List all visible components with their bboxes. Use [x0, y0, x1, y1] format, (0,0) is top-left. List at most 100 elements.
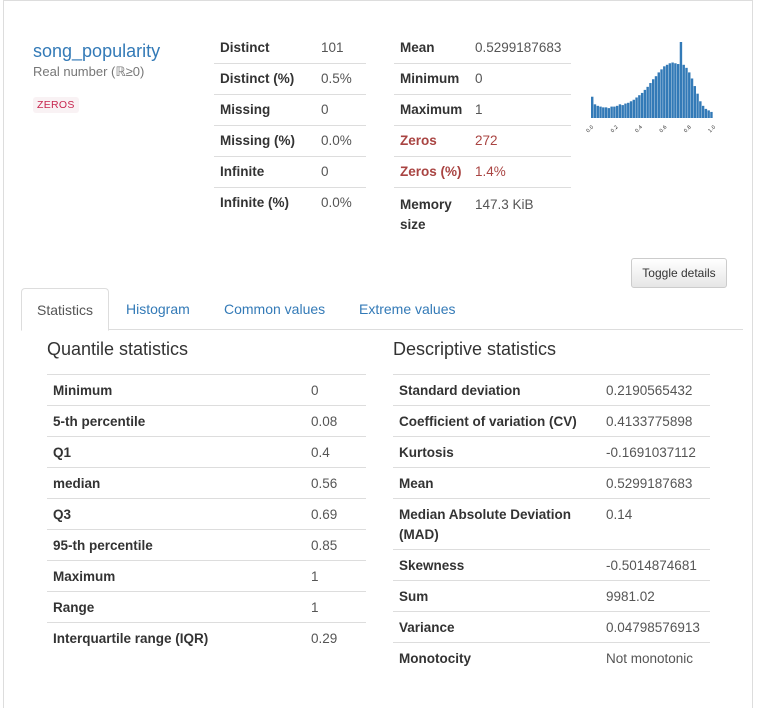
tab-extreme-values[interactable]: Extreme values	[344, 288, 470, 330]
zeros-badge: ZEROS	[33, 97, 79, 113]
table-row: Maximum 1	[47, 560, 366, 592]
overview-value: 1	[469, 93, 571, 125]
histogram-bar	[652, 79, 655, 118]
stat-label: Mean	[393, 467, 600, 499]
stat-value: Not monotonic	[600, 642, 710, 674]
descriptive-statistics-title: Descriptive statistics	[393, 339, 557, 359]
histogram-bar	[624, 103, 627, 118]
overview-label: Infinite (%)	[214, 186, 315, 218]
stat-label: Coefficient of variation (CV)	[393, 405, 600, 437]
overview-value: 0.5%	[315, 62, 366, 94]
overview-row: Infinite (%) 0.0%	[214, 186, 366, 218]
overview-label: Minimum	[394, 62, 469, 94]
table-row: 5-th percentile 0.08	[47, 405, 366, 437]
overview-label: Distinct	[220, 39, 270, 55]
stat-value: -0.1691037112	[600, 436, 710, 468]
overview-label: Infinite	[214, 155, 315, 187]
histogram-bar	[610, 106, 613, 118]
histogram-bar	[643, 89, 647, 118]
overview-label: Distinct (%)	[214, 62, 315, 94]
stat-label: Sum	[393, 580, 600, 612]
histogram-bar	[657, 72, 660, 118]
stat-value: 0.5299187683	[600, 467, 710, 499]
stat-value: 9981.02	[600, 580, 710, 612]
histogram-bar	[629, 101, 633, 118]
histogram-bar	[640, 92, 644, 118]
histogram-bar	[690, 78, 694, 118]
table-row: Monotocity Not monotonic	[393, 642, 710, 674]
histogram-bar	[654, 76, 658, 118]
stat-label: Range	[47, 591, 305, 623]
overview-row-alert: Zeros 272	[394, 124, 571, 156]
overview-label: Zeros (%)	[394, 155, 469, 187]
overview-label: Missing (%)	[214, 124, 315, 156]
overview-table-left: Distinct 101 Distinct (%) 0.5% Missing 0…	[214, 32, 366, 218]
histogram-tick-label: 0.4	[634, 124, 644, 134]
histogram-bar	[696, 93, 699, 118]
histogram-bar	[615, 105, 619, 118]
table-row: Range 1	[47, 591, 366, 623]
histogram-bar	[613, 106, 616, 118]
table-row: Coefficient of variation (CV) 0.413377589…	[393, 405, 710, 437]
table-row: Median Absolute Deviation (MAD) 0.14	[393, 498, 710, 550]
histogram-bar	[665, 64, 669, 118]
toggle-details-button[interactable]: Toggle details	[631, 258, 727, 288]
mini-histogram[interactable]: 0.0 0.2 0.4 0.6 0.8 1.0	[585, 39, 725, 139]
overview-value: 0.0%	[315, 124, 366, 156]
overview-row: Mean 0.5299187683	[394, 32, 571, 63]
stat-label: Minimum	[47, 374, 305, 406]
histogram-bar	[676, 64, 680, 118]
overview-label: Zeros	[394, 124, 469, 156]
table-row: median 0.56	[47, 467, 366, 499]
stat-value: 0	[305, 374, 366, 406]
stat-label: Monotocity	[393, 642, 600, 674]
stat-label: Standard deviation	[393, 374, 600, 406]
histogram-bar	[660, 69, 663, 118]
histogram-bar	[635, 97, 638, 118]
overview-row: Memory size 147.3 KiB	[394, 186, 571, 237]
histogram-bar	[649, 83, 652, 118]
overview-value: 1.4%	[469, 155, 571, 187]
histogram-tick-label: 0.8	[683, 124, 693, 134]
stat-value: 0.14	[600, 498, 710, 550]
stat-label: Median Absolute Deviation (MAD)	[393, 498, 600, 550]
variable-name-link[interactable]: song_popularity	[33, 41, 160, 62]
stat-label: Q1	[47, 436, 305, 468]
tab-histogram[interactable]: Histogram	[111, 288, 205, 330]
histogram-bar	[663, 66, 666, 118]
table-row: Sum 9981.02	[393, 580, 710, 612]
table-row: Q1 0.4	[47, 436, 366, 468]
histogram-bar	[593, 104, 597, 118]
overview-value: 0.0%	[315, 186, 366, 218]
tab-common-values[interactable]: Common values	[209, 288, 340, 330]
overview-value: 101	[321, 39, 344, 55]
stat-label: Maximum	[47, 560, 305, 592]
stat-value: 0.4	[305, 436, 366, 468]
histogram-tick-label: 0.0	[585, 124, 595, 134]
quantile-table: Minimum 0 5-th percentile 0.08 Q1 0.4 media…	[47, 374, 366, 654]
histogram-bar	[668, 63, 672, 118]
histogram-bar	[679, 42, 683, 118]
descriptive-table: Standard deviation 0.2190565432 Coefficie…	[393, 374, 710, 674]
overview-row: Distinct 101	[214, 32, 366, 63]
histogram-bar	[599, 106, 602, 118]
overview-row: Missing (%) 0.0%	[214, 124, 366, 156]
histogram-bar	[646, 86, 649, 118]
overview-label: Maximum	[394, 93, 469, 125]
stat-label: Skewness	[393, 549, 600, 581]
stat-label: Q3	[47, 498, 305, 530]
stat-label: 95-th percentile	[47, 529, 305, 561]
stat-value: 0.4133775898	[600, 405, 710, 437]
histogram-bar	[688, 72, 691, 118]
histogram-bar	[591, 96, 594, 118]
histogram-tick-label: 1.0	[707, 124, 717, 134]
overview-row: Maximum 1	[394, 93, 571, 125]
histogram-bar	[638, 95, 641, 118]
table-row: Mean 0.5299187683	[393, 467, 710, 499]
stat-label: Interquartile range (IQR)	[47, 622, 305, 654]
overview-row: Infinite 0	[214, 155, 366, 187]
histogram-bar	[607, 108, 611, 118]
stat-value: 0.69	[305, 498, 366, 530]
tab-statistics[interactable]: Statistics	[21, 288, 110, 331]
histogram-bar	[699, 101, 702, 118]
